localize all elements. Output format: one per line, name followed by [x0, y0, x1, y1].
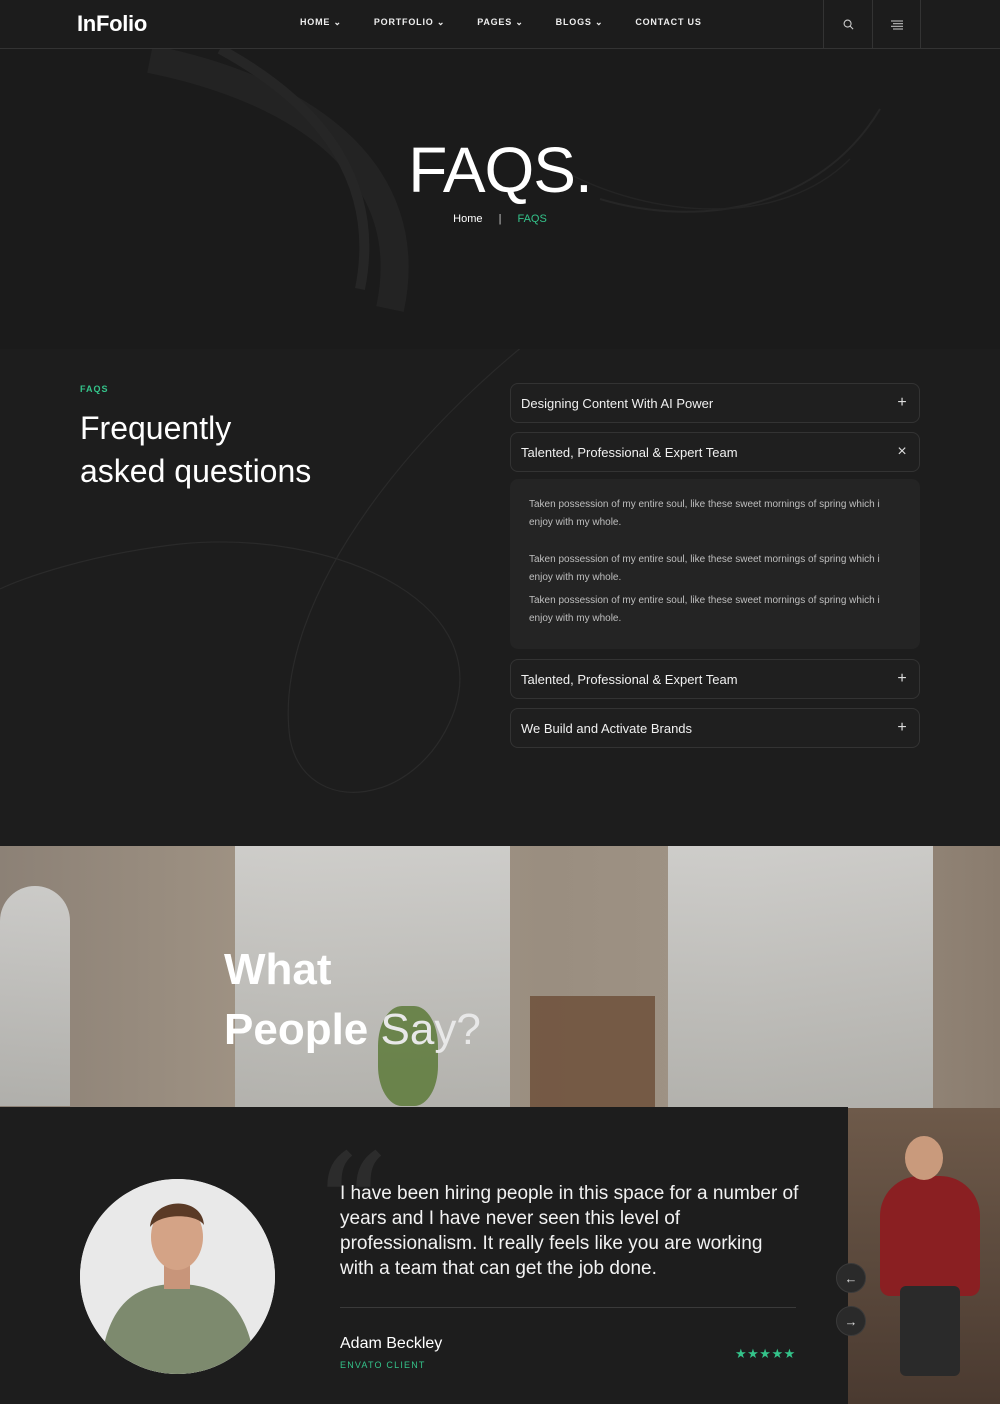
- accordion-title: We Build and Activate Brands: [521, 721, 693, 736]
- menu-home[interactable]: HOME ⌄: [300, 17, 342, 28]
- next-testimonial-button[interactable]: →: [836, 1306, 866, 1336]
- accordion-title: Talented, Professional & Expert Team: [521, 672, 738, 687]
- arrow-right-icon: →: [844, 1313, 858, 1329]
- top-nav: InFolio HOME ⌄ PORTFOLIO ⌄ PAGES ⌄ BLOGS…: [0, 0, 1000, 49]
- shelf: [530, 996, 655, 1108]
- testimonial-quote: I have been hiring people in this space …: [340, 1183, 799, 1279]
- prev-testimonial-button[interactable]: ←: [836, 1263, 866, 1293]
- breadcrumb-current: FAQS: [517, 213, 547, 225]
- search-button[interactable]: [823, 0, 872, 49]
- breadcrumb-separator: |: [498, 213, 502, 225]
- testimonials-heading-light: Say?: [380, 1005, 481, 1054]
- divider: [340, 1307, 796, 1308]
- search-icon: [843, 19, 853, 30]
- menu-pages[interactable]: PAGES ⌄: [477, 17, 523, 28]
- accordion-item-open[interactable]: Talented, Professional & Expert Team ×: [510, 432, 920, 472]
- plus-icon[interactable]: +: [894, 395, 910, 411]
- plus-icon[interactable]: +: [894, 720, 910, 736]
- office-chair: [900, 1286, 960, 1376]
- window: [668, 846, 933, 1108]
- accordion-item[interactable]: We Build and Activate Brands +: [510, 708, 920, 748]
- accordion-title: Designing Content With AI Power: [521, 396, 714, 411]
- author-name: Adam Beckley: [340, 1335, 443, 1352]
- arched-window: [0, 886, 70, 1106]
- close-icon[interactable]: ×: [894, 444, 910, 460]
- plus-icon[interactable]: +: [894, 671, 910, 687]
- author-role: ENVATO CLIENT: [340, 1360, 426, 1370]
- page-title: FAQS.: [408, 134, 593, 206]
- avatar: [80, 1179, 275, 1374]
- faq-section: FAQS Frequently asked questions Designin…: [0, 349, 1000, 846]
- accordion-item[interactable]: Talented, Professional & Expert Team +: [510, 659, 920, 699]
- breadcrumb: Home | FAQS: [0, 213, 1000, 225]
- person-seated: [880, 1176, 980, 1296]
- rating-stars: ★★★★★: [735, 1346, 796, 1361]
- person-head: [905, 1136, 943, 1180]
- faq-eyebrow: FAQS: [80, 384, 109, 394]
- faq-heading: Frequently asked questions: [80, 407, 380, 493]
- accordion-item[interactable]: Designing Content With AI Power +: [510, 383, 920, 423]
- testimonial-card: “ I have been hiring people in this spac…: [0, 1107, 848, 1404]
- hamburger-icon: [890, 20, 903, 29]
- faq-heading-line1: Frequently: [80, 410, 232, 446]
- arrow-left-icon: ←: [844, 1270, 858, 1286]
- answer-paragraph: Taken possession of my entire soul, like…: [529, 554, 880, 583]
- testimonials-heading: What People Say?: [224, 940, 481, 1060]
- breadcrumb-home[interactable]: Home: [453, 213, 482, 225]
- page-hero: FAQS. Home | FAQS: [0, 49, 1000, 349]
- accordion-answer: Taken possession of my entire soul, like…: [510, 479, 920, 649]
- logo[interactable]: InFolio: [77, 11, 147, 37]
- faq-heading-line2: asked questions: [80, 453, 312, 489]
- menu-blogs[interactable]: BLOGS ⌄: [556, 17, 604, 28]
- main-menu: HOME ⌄ PORTFOLIO ⌄ PAGES ⌄ BLOGS ⌄ CONTA…: [300, 17, 734, 28]
- accordion-title: Talented, Professional & Expert Team: [521, 445, 738, 460]
- testimonials-heading-line1: What: [224, 945, 332, 994]
- client-portrait: [80, 1179, 275, 1374]
- menu-contact[interactable]: CONTACT US: [635, 17, 701, 28]
- menu-toggle-button[interactable]: [872, 0, 921, 49]
- menu-portfolio[interactable]: PORTFOLIO ⌄: [374, 17, 445, 28]
- answer-paragraph: Taken possession of my entire soul, like…: [529, 595, 880, 624]
- answer-paragraph: Taken possession of my entire soul, like…: [529, 499, 880, 528]
- testimonials-heading-bold: People: [224, 1005, 369, 1054]
